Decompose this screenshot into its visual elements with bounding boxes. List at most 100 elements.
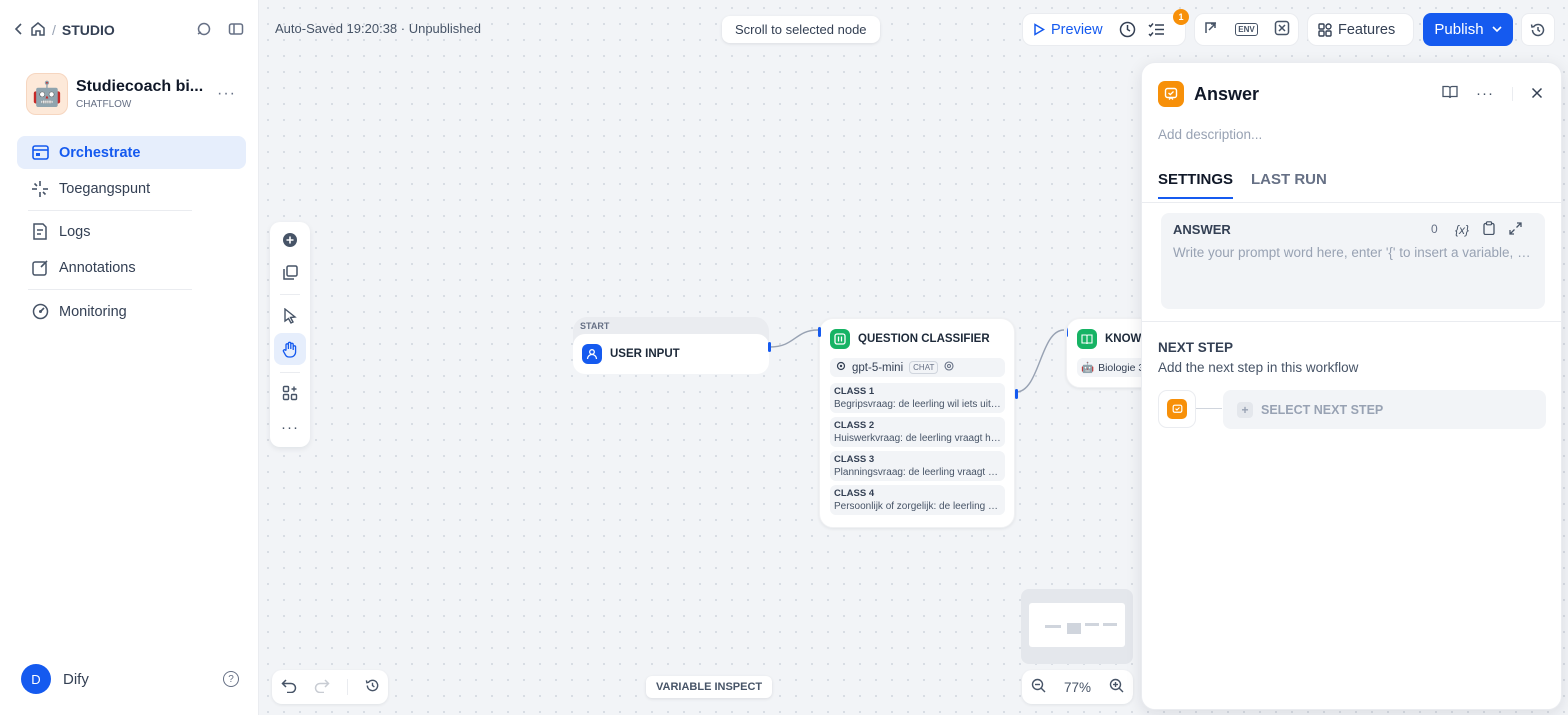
preview-button[interactable]: Preview xyxy=(1023,22,1113,38)
section-divider xyxy=(1142,321,1561,322)
add-note-icon[interactable] xyxy=(274,257,306,289)
nav-label: Monitoring xyxy=(59,303,127,320)
add-node-icon[interactable] xyxy=(274,224,306,256)
conversation-vars-icon[interactable] xyxy=(1203,20,1219,39)
zoom-in-icon[interactable] xyxy=(1109,678,1124,696)
canvas-toolbar: ··· xyxy=(270,222,310,447)
annotations-icon xyxy=(31,259,49,277)
class-title: CLASS 1 xyxy=(834,386,875,397)
user-input-icon xyxy=(582,344,602,364)
question-classifier-node[interactable]: QUESTION CLASSIFIER gpt-5-mini CHAT CLAS… xyxy=(818,318,1018,528)
insert-variable-button[interactable]: {x} xyxy=(1455,223,1469,237)
nav-annotations[interactable]: Annotations xyxy=(17,251,246,284)
tab-last-run[interactable]: LAST RUN xyxy=(1251,171,1327,199)
autosave-status: Auto-Saved 19:20:38 · Unpublished xyxy=(275,21,481,36)
knowledge-retrieval-node[interactable]: KNOWL 🤖 Biologie 3 xyxy=(1066,318,1146,388)
nav-orchestrate[interactable]: Orchestrate xyxy=(17,136,246,169)
description-input[interactable]: Add description... xyxy=(1158,127,1262,142)
user-avatar: D xyxy=(21,664,51,694)
input-handle[interactable] xyxy=(1067,327,1068,337)
current-node-chip xyxy=(1158,390,1196,428)
run-history-icon[interactable] xyxy=(1113,21,1142,38)
close-icon[interactable] xyxy=(1531,86,1543,102)
breadcrumb-studio[interactable]: STUDIO xyxy=(62,22,115,38)
sidebar-toggle-icon[interactable] xyxy=(228,21,244,40)
orchestrate-icon xyxy=(31,144,49,162)
docs-book-icon[interactable] xyxy=(1442,85,1458,102)
more-options-icon[interactable]: ··· xyxy=(274,411,306,443)
nav-monitoring[interactable]: Monitoring xyxy=(17,295,246,328)
publish-label: Publish xyxy=(1434,21,1484,38)
minimap[interactable] xyxy=(1021,589,1133,664)
play-icon xyxy=(1034,23,1045,36)
answer-icon xyxy=(1167,399,1187,419)
undo-divider xyxy=(346,679,348,695)
nav-logs[interactable]: Logs xyxy=(17,215,246,248)
next-step-description: Add the next step in this workflow xyxy=(1158,360,1359,375)
tab-settings[interactable]: SETTINGS xyxy=(1158,171,1234,199)
history-icon[interactable] xyxy=(365,678,380,696)
scroll-to-selected-node-button[interactable]: Scroll to selected node xyxy=(722,16,880,43)
panel-title[interactable]: Answer xyxy=(1194,84,1259,105)
user-name: Dify xyxy=(63,670,89,688)
back-chevron-icon[interactable] xyxy=(14,22,24,39)
dataset-robot-icon: 🤖 xyxy=(1081,362,1095,374)
copy-icon[interactable] xyxy=(1483,221,1495,238)
dataset-name: Biologie 3 xyxy=(1098,361,1145,374)
model-settings-icon xyxy=(944,361,954,374)
model-icon xyxy=(836,361,846,374)
model-name: gpt-5-mini xyxy=(852,361,904,374)
preview-label: Preview xyxy=(1051,21,1103,38)
env-vars-icon[interactable]: ENV xyxy=(1235,23,1258,36)
user-input-title: USER INPUT xyxy=(610,348,680,360)
hand-icon[interactable] xyxy=(274,333,306,365)
class-description: Begripsvraag: de leerling wil iets uitle… xyxy=(834,399,1001,410)
nav-toegangspunt[interactable]: Toegangspunt xyxy=(17,172,246,205)
sync-icon[interactable] xyxy=(196,21,212,40)
panel-more-icon[interactable]: ··· xyxy=(1476,85,1494,102)
app-info[interactable]: 🤖 Studiecoach bi... CHATFLOW ··· xyxy=(26,72,246,116)
zoom-level[interactable]: 77% xyxy=(1064,680,1091,695)
sidebar-top: / STUDIO xyxy=(14,18,244,42)
features-button[interactable]: Features xyxy=(1308,22,1405,38)
next-step-connector xyxy=(1196,408,1222,409)
class-item[interactable]: CLASS 1 Begripsvraag: de leerling wil ie… xyxy=(830,383,1005,413)
knowledge-dataset: 🤖 Biologie 3 xyxy=(1077,358,1145,377)
checklist-icon[interactable] xyxy=(1142,22,1171,37)
user-account[interactable]: D Dify ? xyxy=(21,664,239,694)
class-item[interactable]: CLASS 4 Persoonlijk of zorgelijk: de lee… xyxy=(830,485,1005,515)
zoom-control: 77% xyxy=(1022,670,1133,704)
knowledge-title: KNOWL xyxy=(1105,333,1146,345)
variable-inspect-button[interactable]: VARIABLE INSPECT xyxy=(646,676,773,698)
system-vars-icon[interactable] xyxy=(1274,20,1290,39)
node-settings-panel: Answer ··· Add description... SETTINGS L… xyxy=(1141,62,1562,710)
pointer-icon[interactable] xyxy=(274,300,306,332)
app-type: CHATFLOW xyxy=(76,99,132,110)
version-history-button[interactable] xyxy=(1521,13,1555,46)
model-mode-chip: CHAT xyxy=(909,361,939,374)
home-icon[interactable] xyxy=(30,21,46,40)
zoom-out-icon[interactable] xyxy=(1031,678,1046,696)
tabs-underline xyxy=(1142,202,1561,203)
answer-editor[interactable]: ANSWER 0 {x} Write your prompt word here… xyxy=(1161,213,1545,309)
monitoring-icon xyxy=(31,303,49,321)
organize-icon[interactable] xyxy=(274,377,306,409)
model-selector[interactable]: gpt-5-mini CHAT xyxy=(830,358,1005,377)
input-handle[interactable] xyxy=(818,327,821,337)
knowledge-icon xyxy=(1077,329,1097,349)
output-handle[interactable] xyxy=(768,342,771,352)
answer-prompt-input[interactable]: Write your prompt word here, enter '{' t… xyxy=(1173,245,1533,260)
select-next-step-button[interactable]: + SELECT NEXT STEP xyxy=(1223,390,1546,429)
checklist-badge: 1 xyxy=(1173,9,1189,25)
class-item[interactable]: CLASS 2 Huiswerkvraag: de leerling vraag… xyxy=(830,417,1005,447)
class-item[interactable]: CLASS 3 Planningsvraag: de leerling vraa… xyxy=(830,451,1005,481)
start-node[interactable]: START USER INPUT xyxy=(573,317,771,374)
expand-icon[interactable] xyxy=(1509,221,1522,238)
help-icon[interactable]: ? xyxy=(223,671,239,687)
output-handle[interactable] xyxy=(1015,389,1018,399)
app-more-icon[interactable]: ··· xyxy=(217,85,236,103)
undo-icon[interactable] xyxy=(280,678,297,696)
answer-icon xyxy=(1158,81,1184,107)
publish-button[interactable]: Publish xyxy=(1423,13,1513,46)
redo-icon[interactable] xyxy=(314,678,330,696)
